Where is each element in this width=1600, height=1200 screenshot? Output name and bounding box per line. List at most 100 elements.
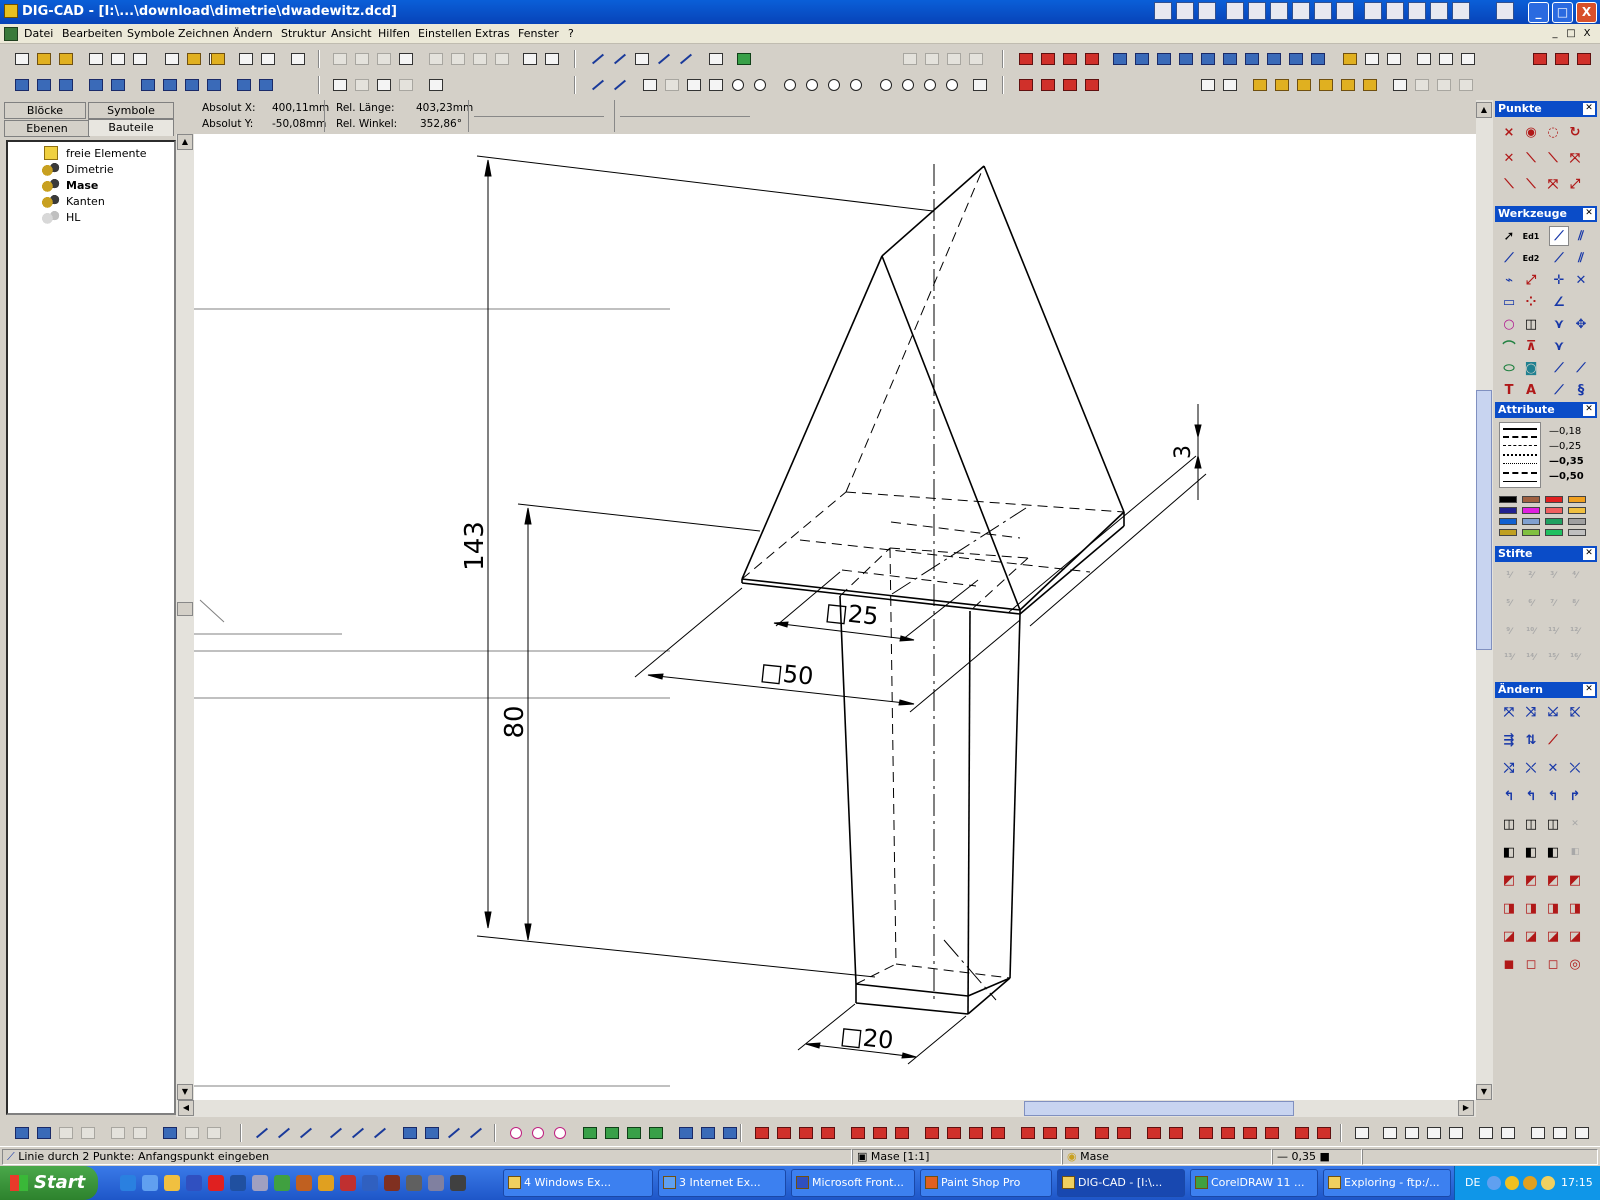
status-layer[interactable]: ▣ Mase [1:1]	[852, 1149, 1062, 1165]
circle-icon[interactable]: ○	[1499, 314, 1519, 334]
move-icon[interactable]: ✥	[1571, 314, 1591, 334]
pen-12-icon[interactable]: ¹²⁄	[1565, 622, 1585, 642]
dimension-icon[interactable]	[870, 1123, 890, 1143]
dimension-icon[interactable]	[796, 1123, 816, 1143]
mdi-close-button[interactable]: X	[1580, 27, 1594, 41]
scroll-right-icon[interactable]: ▶	[1458, 1100, 1474, 1116]
block-icon[interactable]	[1220, 75, 1240, 95]
modify-tool-icon[interactable]: ↰	[1521, 786, 1541, 806]
modify-tool-icon[interactable]: ↰	[1499, 786, 1519, 806]
color-swatch[interactable]	[1499, 529, 1517, 536]
extension-icon[interactable]: ⤢	[1565, 174, 1585, 194]
arc-point-icon[interactable]: ↻	[1565, 122, 1585, 142]
quicklaunch-icon[interactable]	[120, 1175, 136, 1191]
pen-4-icon[interactable]: ⁴⁄	[1565, 566, 1585, 586]
mdi-restore-button[interactable]: □	[1564, 27, 1578, 41]
horizontal-scrollbar[interactable]: ◀ ▶	[176, 1100, 1476, 1117]
modify-tool-icon[interactable]: ⤪	[1565, 702, 1585, 722]
text-tool-icon[interactable]	[1550, 1123, 1570, 1143]
component-icon[interactable]	[1338, 75, 1358, 95]
arc-snap-icon[interactable]	[646, 1123, 666, 1143]
arc-snap-icon[interactable]	[602, 1123, 622, 1143]
pen-13-icon[interactable]: ¹³⁄	[1499, 648, 1519, 668]
tab-ebenen[interactable]: Ebenen	[4, 120, 90, 137]
tray-app-icon[interactable]	[1176, 2, 1194, 20]
vertical-scroll-thumb[interactable]	[1476, 390, 1492, 650]
disabled-tool-icon[interactable]	[1456, 75, 1476, 95]
block-tool-icon[interactable]: ◨	[1499, 898, 1519, 918]
component-icon[interactable]	[1316, 75, 1336, 95]
crosshair-icon[interactable]	[588, 49, 608, 69]
layout-icon[interactable]	[182, 75, 202, 95]
modify-tool-icon[interactable]: ⤧	[1499, 702, 1519, 722]
dimension-icon[interactable]	[1114, 1123, 1134, 1143]
text-edit-icon[interactable]: A	[1521, 380, 1541, 400]
layout-icon[interactable]	[256, 75, 276, 95]
tray-app-icon[interactable]	[1452, 2, 1470, 20]
arc-snap-icon[interactable]	[624, 1123, 644, 1143]
tools-icon[interactable]	[1362, 49, 1382, 69]
scroll-down-icon[interactable]: ▼	[177, 1084, 193, 1100]
plot-icon[interactable]	[288, 49, 308, 69]
book-icon[interactable]	[162, 49, 182, 69]
block-icon[interactable]	[1198, 75, 1218, 95]
tree-item-dimetrie[interactable]: Dimetrie	[66, 163, 114, 176]
ortho-icon[interactable]	[676, 49, 696, 69]
modify-tool-icon[interactable]: ⇅	[1521, 730, 1541, 750]
transform-icon[interactable]	[1220, 49, 1240, 69]
dimension-icon[interactable]	[1262, 1123, 1282, 1143]
modify-tool-icon[interactable]: ◧	[1543, 842, 1563, 862]
text-icon[interactable]: T	[1499, 380, 1519, 400]
points-icon[interactable]: ⁘	[1521, 292, 1541, 312]
component-icon[interactable]	[1272, 75, 1292, 95]
mail-icon[interactable]	[208, 49, 228, 69]
line-point-icon[interactable]: ⟍	[1521, 148, 1541, 168]
properties-icon[interactable]	[1390, 75, 1410, 95]
component-icon[interactable]	[1250, 75, 1270, 95]
cut-icon[interactable]	[330, 49, 350, 69]
render-icon[interactable]	[1038, 75, 1058, 95]
component-icon[interactable]	[1360, 75, 1380, 95]
color-swatch[interactable]	[1545, 496, 1563, 503]
pencil-icon[interactable]	[588, 75, 608, 95]
3d-tool-icon[interactable]	[1060, 49, 1080, 69]
dimension-icon[interactable]	[1314, 1123, 1334, 1143]
tray-app-icon[interactable]	[1364, 2, 1382, 20]
line-style-list[interactable]	[1499, 422, 1541, 488]
pen-6-icon[interactable]: ⁶⁄	[1521, 594, 1541, 614]
snap-icon[interactable]	[444, 1123, 464, 1143]
disabled-tool-icon[interactable]	[1412, 75, 1432, 95]
tray-app-icon[interactable]	[1336, 2, 1354, 20]
transform-icon[interactable]	[1242, 49, 1262, 69]
block-tool-icon[interactable]: ◪	[1499, 926, 1519, 946]
transform-icon[interactable]	[1132, 49, 1152, 69]
transform-icon[interactable]	[1264, 49, 1284, 69]
line-width-option[interactable]: —0,50	[1549, 471, 1584, 482]
start-button[interactable]: Start	[0, 1166, 98, 1200]
step-back-icon[interactable]	[542, 49, 562, 69]
circle-snap-icon[interactable]	[506, 1123, 526, 1143]
snap-icon[interactable]	[400, 1123, 420, 1143]
ok-icon[interactable]	[426, 75, 446, 95]
pen-7-icon[interactable]: ⁷⁄	[1543, 594, 1563, 614]
x-icon[interactable]: ✕	[1571, 270, 1591, 290]
quicklaunch-icon[interactable]	[296, 1175, 312, 1191]
zoom-1x-icon[interactable]	[706, 75, 726, 95]
quicklaunch-icon[interactable]	[428, 1175, 444, 1191]
dimension-icon[interactable]	[774, 1123, 794, 1143]
tangent-icon[interactable]: ⤧	[1543, 174, 1563, 194]
polyline-icon[interactable]: ⟋	[1549, 248, 1569, 268]
color-palette[interactable]	[1499, 496, 1595, 542]
scroll-down-icon[interactable]: ▼	[1476, 1084, 1492, 1100]
color-swatch[interactable]	[1522, 529, 1540, 536]
hatch-icon[interactable]: ◙	[1521, 358, 1541, 378]
task-windows-explorer[interactable]: 4 Windows Ex...	[503, 1169, 653, 1197]
paste-special-icon[interactable]	[396, 49, 416, 69]
pen-10-icon[interactable]: ¹⁰⁄	[1521, 622, 1541, 642]
close-icon[interactable]: ✕	[1583, 208, 1595, 220]
component-icon[interactable]	[1294, 75, 1314, 95]
quicklaunch-icon[interactable]	[164, 1175, 180, 1191]
zoom-window-icon[interactable]	[662, 75, 682, 95]
status-pen[interactable]: — 0,35 ■	[1272, 1149, 1362, 1165]
menu-help[interactable]: ?	[568, 27, 574, 40]
